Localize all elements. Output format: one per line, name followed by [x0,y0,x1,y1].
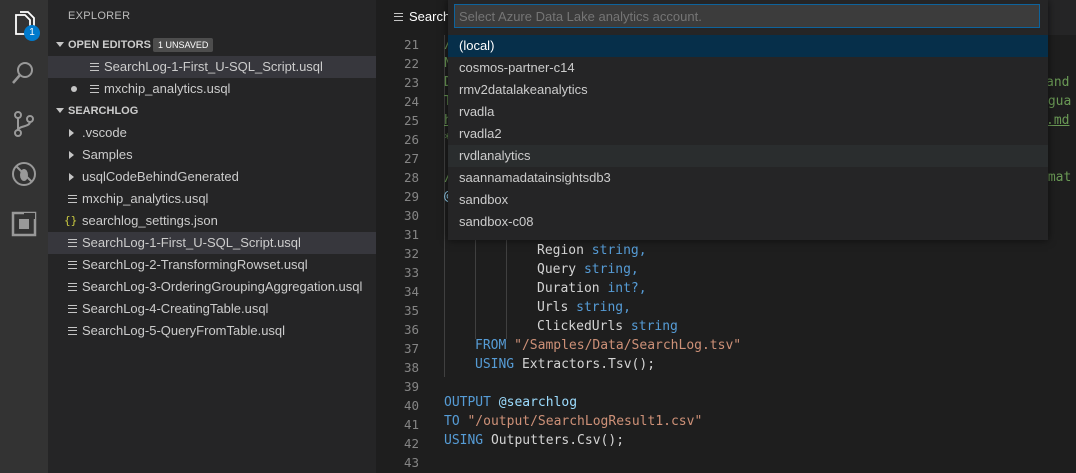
file-icon [90,85,99,93]
activity-bar: 1 [0,0,48,473]
account-option[interactable]: rvdlanalytics [448,145,1048,167]
indent-guide [506,225,507,339]
line-number: 27 [403,151,419,166]
tree-file[interactable]: SearchLog-3-OrderingGroupingAggregation.… [48,276,376,298]
code-line-34: Duration int?, [537,281,647,296]
explorer-sidebar: EXPLORER OPEN EDITORS 1 UNSAVED SearchLo… [48,0,376,473]
tree-file[interactable]: SearchLog-1-First_U-SQL_Script.usql [48,232,376,254]
file-icon [68,261,77,269]
line-number: 29 [403,189,419,204]
line-number: 25 [403,113,419,128]
file-icon [68,327,77,335]
line-number: 31 [403,227,419,242]
file-icon [68,305,77,313]
line-number: 22 [403,56,419,71]
tree-file[interactable]: SearchLog-4-CreatingTable.usql [48,298,376,320]
tree-folder[interactable]: .vscode [48,122,376,144]
tree-file[interactable]: mxchip_analytics.usql [48,188,376,210]
line-number: 24 [403,94,419,109]
file-icon [394,13,403,21]
tree-file[interactable]: {} searchlog_settings.json [48,210,376,232]
tree-folder[interactable]: Samples [48,144,376,166]
debug-icon[interactable] [10,160,38,188]
open-editors-header[interactable]: OPEN EDITORS 1 UNSAVED [48,34,376,56]
line-number: 40 [403,398,419,413]
line-number: 39 [403,379,419,394]
file-icon [68,283,77,291]
source-control-icon[interactable] [10,110,38,138]
account-search-input[interactable] [454,4,1040,28]
json-icon: {} [64,214,78,227]
code-line-32: Region string, [537,243,647,258]
file-icon [90,63,99,71]
code-line-38: USING Extractors.Tsv(); [475,357,656,372]
search-icon[interactable] [10,59,38,87]
code-line-42: USING Outputters.Csv(); [444,433,625,448]
unsaved-count-badge: 1 [24,25,40,41]
tree-file[interactable]: SearchLog-2-TransformingRowset.usql [48,254,376,276]
account-option[interactable]: sandbox-c08 [448,211,1048,233]
folder-header-searchlog[interactable]: SEARCHLOG [48,100,376,122]
line-number: 30 [403,208,419,223]
line-number: 33 [403,265,419,280]
file-icon [68,239,77,247]
unsaved-dot-icon [71,86,77,92]
line-number: 37 [403,341,419,356]
chevron-down-icon [56,108,64,113]
indent-guide [475,225,476,339]
file-icon [68,195,77,203]
line-number: 28 [403,170,419,185]
open-editor-item[interactable]: SearchLog-1-First_U-SQL_Script.usql [48,56,376,78]
account-option[interactable]: rmv2datalakeanalytics [448,79,1048,101]
line-number: 36 [403,322,419,337]
account-quick-pick: (local) cosmos-partner-c14 rmv2datalakea… [448,0,1048,240]
code-line-41: TO "/output/SearchLogResult1.csv" [444,414,703,429]
chevron-right-icon [69,151,74,159]
tree-folder[interactable]: usqlCodeBehindGenerated [48,166,376,188]
line-number: 21 [403,37,419,52]
editor-tab[interactable]: Search [376,0,456,35]
line-number: 43 [403,455,419,470]
account-option[interactable]: (local) [448,35,1048,57]
line-number: 34 [403,284,419,299]
code-line-37: FROM "/Samples/Data/SearchLog.tsv" [475,338,742,353]
chevron-right-icon [69,129,74,137]
code-line-33: Query string, [537,262,639,277]
account-option[interactable]: rvadla2 [448,123,1048,145]
chevron-down-icon [56,42,64,47]
line-number: 41 [403,417,419,432]
line-number: 23 [403,75,419,90]
line-number: 26 [403,132,419,147]
code-line-23-tail: and [1046,75,1070,90]
account-option[interactable]: cosmos-partner-c14 [448,57,1048,79]
line-number: 38 [403,360,419,375]
sidebar-title: EXPLORER [68,10,131,22]
account-option[interactable]: saannamadatainsightsdb3 [448,167,1048,189]
unsaved-badge: 1 UNSAVED [153,38,214,52]
open-editor-item[interactable]: mxchip_analytics.usql [48,78,376,100]
account-option[interactable]: rvadla [448,101,1048,123]
code-line-25-tail: .md [1046,113,1070,128]
code-line-36: ClickedUrls string [537,319,678,334]
line-number: 35 [403,303,419,318]
tree-file[interactable]: SearchLog-5-QueryFromTable.usql [48,320,376,342]
chevron-right-icon [69,173,74,181]
line-number: 42 [403,436,419,451]
account-option[interactable]: sandbox [448,189,1048,211]
extensions-icon[interactable] [10,210,38,238]
code-line-35: Urls string, [537,300,631,315]
code-line-40: OUTPUT @searchlog [444,395,578,410]
line-number: 32 [403,246,419,261]
